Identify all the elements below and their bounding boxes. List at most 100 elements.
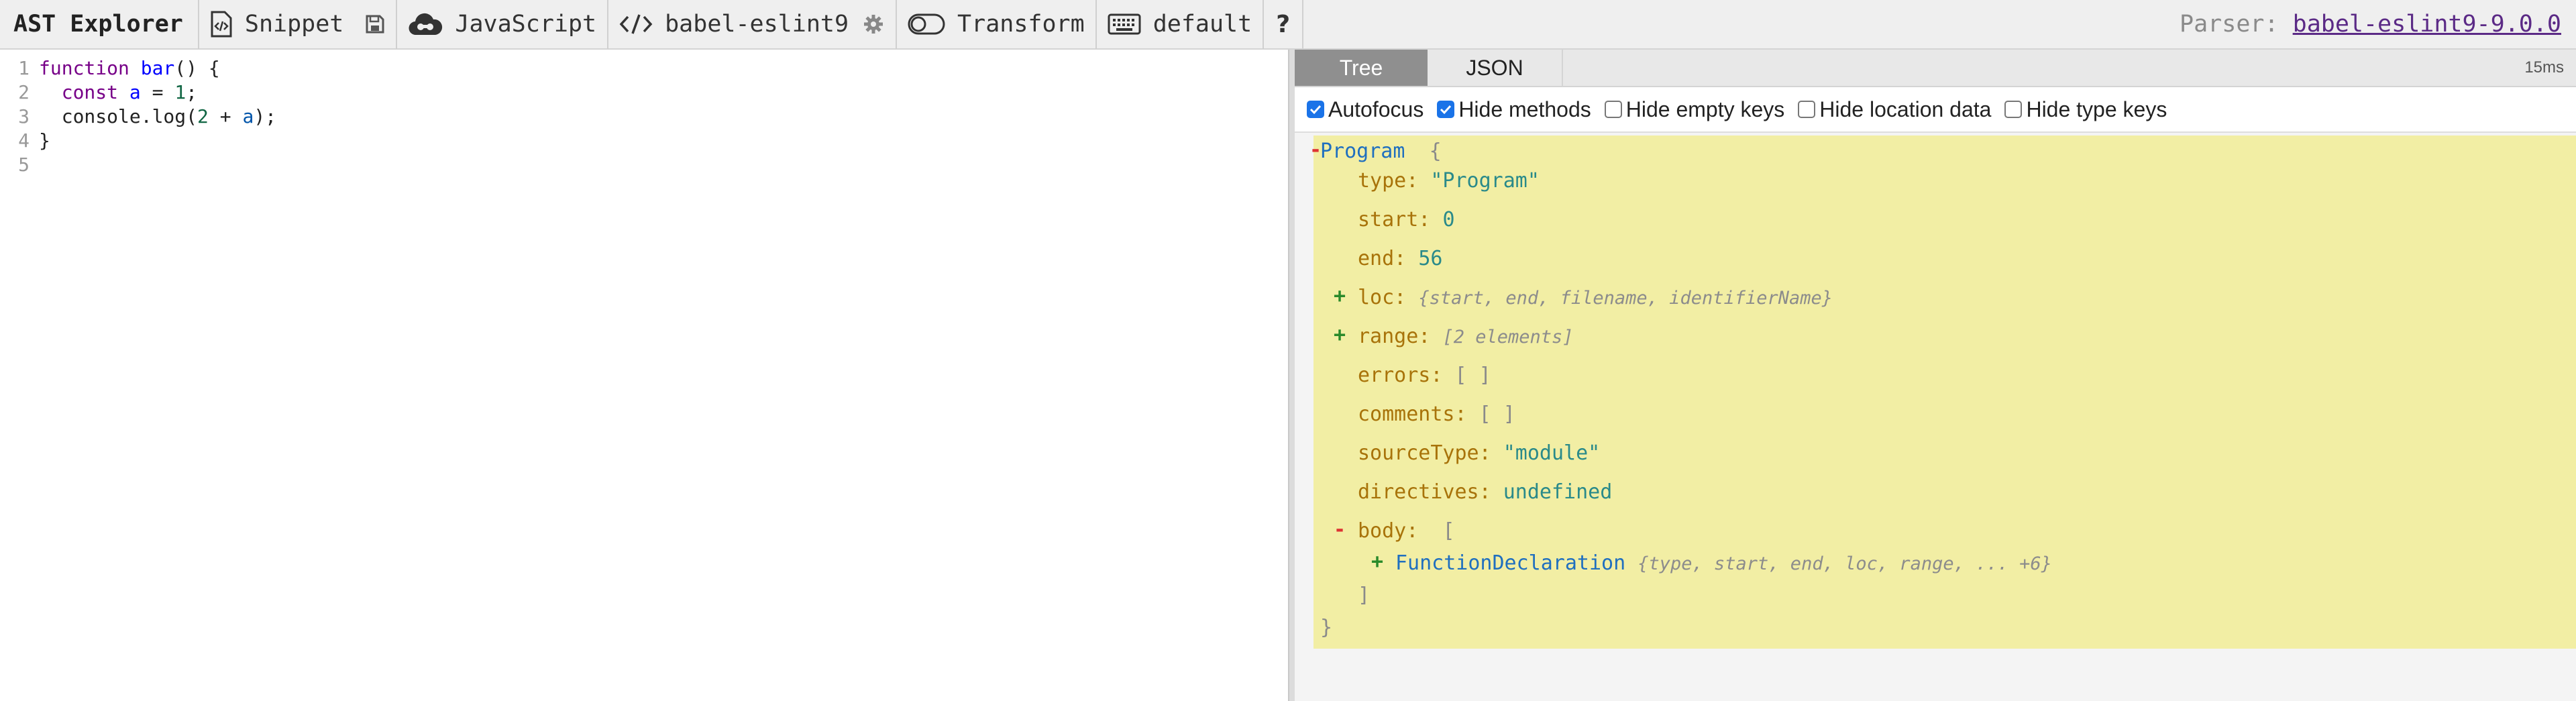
checkbox-checked-icon[interactable] bbox=[1437, 101, 1455, 118]
option-label: Hide type keys bbox=[2026, 97, 2167, 121]
property-value: 0 bbox=[1442, 208, 1455, 231]
parser-prefix: Parser: bbox=[2180, 11, 2279, 38]
code-line: 1 function bar() { bbox=[0, 56, 1288, 80]
code-text: console.log(2 + a); bbox=[39, 105, 277, 127]
property-end: end: 56 bbox=[1358, 246, 1442, 272]
property-loc[interactable]: loc: {start, end, filename, identifierNa… bbox=[1358, 284, 1833, 311]
checkbox-checked-icon[interactable] bbox=[1307, 101, 1324, 118]
collapse-icon[interactable]: - bbox=[1334, 518, 1346, 541]
save-button[interactable] bbox=[354, 0, 396, 49]
program-close-brace: } bbox=[1320, 616, 1333, 639]
property-errors: errors: [ ] bbox=[1358, 362, 1491, 389]
toolbar: AST Explorer Snippet JavaScript babel-es… bbox=[0, 0, 2576, 50]
property-type: type: "Program" bbox=[1358, 168, 1540, 195]
snippet-label: Snippet bbox=[244, 11, 344, 38]
hide-type-keys-option[interactable]: Hide type keys bbox=[2004, 97, 2167, 122]
option-label: Hide empty keys bbox=[1625, 97, 1785, 121]
line-number: 3 bbox=[18, 105, 30, 127]
property-summary: [2 elements] bbox=[1442, 327, 1574, 347]
code-line: 5 bbox=[0, 153, 1288, 177]
option-label: Hide methods bbox=[1458, 97, 1591, 121]
keymap-button[interactable]: default bbox=[1097, 0, 1263, 49]
hide-location-data-option[interactable]: Hide location data bbox=[1798, 97, 1991, 122]
expand-icon[interactable]: + bbox=[1334, 284, 1346, 308]
property-key: range: bbox=[1358, 325, 1431, 348]
property-value: undefined bbox=[1503, 480, 1613, 504]
keyboard-icon bbox=[1108, 13, 1141, 35]
code-line: 3 console.log(2 + a); bbox=[0, 105, 1288, 129]
toggle-off-icon bbox=[908, 13, 945, 35]
property-value: [ ] bbox=[1454, 364, 1491, 387]
property-start: start: 0 bbox=[1358, 207, 1455, 233]
expand-icon[interactable]: + bbox=[1371, 550, 1383, 574]
toolbar-divider bbox=[1302, 0, 1304, 49]
parser-version-link[interactable]: babel-eslint9-9.0.0 bbox=[2293, 11, 2561, 38]
code-icon bbox=[619, 13, 653, 36]
code-text: } bbox=[39, 129, 50, 152]
tab-json[interactable]: JSON bbox=[1428, 50, 1563, 86]
parser-settings-button[interactable] bbox=[859, 0, 896, 49]
parse-time: 15ms bbox=[2524, 58, 2564, 76]
property-key: sourceType: bbox=[1358, 441, 1491, 465]
property-body[interactable]: body: [ bbox=[1358, 518, 1455, 545]
property-key: errors: bbox=[1358, 364, 1443, 387]
cloud-icon bbox=[408, 12, 443, 36]
property-key: type: bbox=[1358, 169, 1419, 193]
tree-node-program[interactable]: Program { bbox=[1320, 138, 1442, 165]
property-value: "module" bbox=[1503, 441, 1601, 465]
tree-node-functiondeclaration[interactable]: FunctionDeclaration {type, start, end, l… bbox=[1395, 550, 2052, 577]
autofocus-option[interactable]: Autofocus bbox=[1307, 97, 1424, 122]
property-key: comments: bbox=[1358, 402, 1467, 426]
output-panel: Tree JSON 15ms Autofocus Hide methods Hi… bbox=[1295, 50, 2576, 701]
parser-label: babel-eslint9 bbox=[665, 11, 849, 38]
app-title: AST Explorer bbox=[13, 11, 183, 38]
hide-empty-keys-option[interactable]: Hide empty keys bbox=[1604, 97, 1785, 122]
property-value: "Program" bbox=[1430, 169, 1540, 193]
property-key: directives: bbox=[1358, 480, 1491, 504]
property-key: loc: bbox=[1358, 286, 1407, 309]
line-number: 4 bbox=[18, 129, 30, 152]
property-range[interactable]: range: [2 elements] bbox=[1358, 323, 1574, 350]
option-label: Hide location data bbox=[1819, 97, 1992, 121]
ast-tree: - Program { type: "Program" start: 0 end… bbox=[1309, 136, 2576, 649]
property-key: body: bbox=[1358, 519, 1419, 543]
property-summary: {start, end, filename, identifierName} bbox=[1418, 288, 1833, 309]
line-number: 2 bbox=[18, 81, 30, 103]
help-button[interactable]: ? bbox=[1264, 0, 1302, 49]
code-editor[interactable]: 1 function bar() { 2 const a = 1; 3 cons… bbox=[0, 50, 1288, 701]
save-icon bbox=[365, 14, 385, 34]
gear-icon bbox=[863, 14, 883, 34]
snippet-button[interactable]: Snippet bbox=[199, 0, 355, 49]
expand-icon[interactable]: + bbox=[1334, 323, 1346, 347]
node-name: FunctionDeclaration bbox=[1395, 551, 1626, 575]
parser-button[interactable]: babel-eslint9 bbox=[608, 0, 859, 49]
body-close-bracket: ] bbox=[1358, 584, 1371, 607]
property-sourcetype: sourceType: "module" bbox=[1358, 440, 1600, 467]
output-tabs: Tree JSON 15ms bbox=[1295, 50, 2576, 87]
hide-methods-option[interactable]: Hide methods bbox=[1437, 97, 1591, 122]
property-comments: comments: [ ] bbox=[1358, 401, 1515, 428]
parser-info: Parser: babel-eslint9-9.0.0 bbox=[2180, 11, 2576, 38]
option-label: Autofocus bbox=[1328, 97, 1424, 121]
property-directives: directives: undefined bbox=[1358, 479, 1612, 506]
node-name: Program bbox=[1320, 140, 1405, 163]
property-value: [ ] bbox=[1479, 402, 1515, 426]
line-number: 1 bbox=[18, 57, 30, 79]
language-button[interactable]: JavaScript bbox=[397, 0, 607, 49]
pane-splitter[interactable] bbox=[1288, 50, 1295, 701]
checkbox-unchecked-icon[interactable] bbox=[1604, 101, 1622, 118]
code-text: function bar() { bbox=[39, 57, 220, 79]
checkbox-unchecked-icon[interactable] bbox=[2004, 101, 2023, 118]
code-line: 2 const a = 1; bbox=[0, 80, 1288, 105]
language-label: JavaScript bbox=[455, 11, 597, 38]
checkbox-unchecked-icon[interactable] bbox=[1798, 101, 1816, 118]
property-value: 56 bbox=[1418, 247, 1443, 270]
tab-tree[interactable]: Tree bbox=[1295, 50, 1428, 86]
property-key: end: bbox=[1358, 247, 1407, 270]
code-text: const a = 1; bbox=[61, 81, 198, 103]
transform-toggle[interactable]: Transform bbox=[897, 0, 1095, 49]
property-summary: {type, start, end, loc, range, ... +6} bbox=[1638, 553, 2052, 574]
file-code-icon bbox=[210, 11, 233, 38]
transform-label: Transform bbox=[957, 11, 1085, 38]
tree-options: Autofocus Hide methods Hide empty keys H… bbox=[1295, 87, 2576, 133]
